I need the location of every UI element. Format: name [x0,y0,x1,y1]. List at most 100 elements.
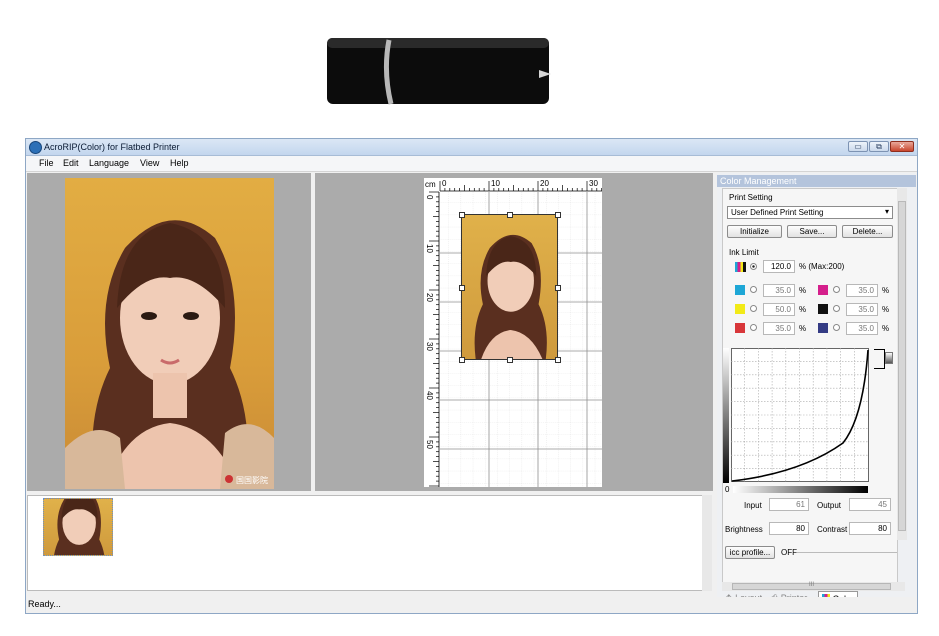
minimize-button[interactable]: ▭ [848,141,868,152]
black-ink-input[interactable]: 35.0 [846,303,878,316]
output-value: 45 [849,498,891,511]
curve-channel-icon[interactable] [885,352,893,364]
percent-sign: % [799,305,807,314]
ruler-left-label: 40 [425,391,434,400]
save-button[interactable]: Save... [787,225,837,238]
input-value: 61 [769,498,809,511]
input-gradient-bar [733,486,868,493]
panel-header: Color Management [717,175,916,187]
ruler-top-label: 30 [589,179,598,188]
tone-curve-graph[interactable] [731,348,869,482]
app-icon [29,141,42,154]
delete-button[interactable]: Delete... [842,225,893,238]
color-settings-body: Print Setting User Defined Print Setting… [722,188,898,588]
print-page: cm 0 10 20 30 0 10 20 30 40 50 [424,178,602,487]
maximize-button[interactable]: ⧉ [869,141,889,152]
ruler-top: 0 10 20 30 [424,178,602,190]
thumbnail-strip [27,495,712,591]
close-button[interactable]: ✕ [890,141,914,152]
brightness-label: Brightness [725,525,763,534]
window-title: AcroRIP(Color) for Flatbed Printer [44,142,180,152]
magenta-ink-input[interactable]: 35.0 [846,284,878,297]
curve-zero-label: 0 [725,485,730,494]
percent-sign: % [882,324,890,333]
scroll-grip: III [809,582,815,588]
percent-sign: % [882,286,890,295]
menu-help[interactable]: Help [170,158,189,168]
resize-handle[interactable] [459,357,465,363]
resize-handle[interactable] [507,357,513,363]
brightness-input[interactable]: 80 [769,522,809,535]
percent-sign: % [882,305,890,314]
thumbnail-scrollbar[interactable] [702,495,712,591]
title-bar: AcroRIP(Color) for Flatbed Printer ▭ ⧉ ✕ [26,139,917,156]
input-label: Input [744,501,762,510]
color-management-panel: Color Management Print Setting User Defi… [717,173,916,608]
ruler-left-label: 20 [425,293,434,302]
contrast-input[interactable]: 80 [849,522,891,535]
ruler-top-label: 10 [491,179,500,188]
blue-ink-swatch [818,323,828,333]
output-gradient-bar [723,348,729,483]
magenta-ink-swatch [818,285,828,295]
panel-scroll-thumb[interactable] [898,201,906,531]
black-ink-swatch [818,304,828,314]
chevron-down-icon: ▾ [884,207,889,216]
menu-view[interactable]: View [140,158,159,168]
resize-handle[interactable] [555,285,561,291]
resize-handle[interactable] [507,212,513,218]
resize-handle[interactable] [459,212,465,218]
cyan-ink-radio[interactable] [750,286,757,293]
ink-limit-input[interactable]: 120.0 [763,260,795,273]
cyan-ink-swatch [735,285,745,295]
source-preview-pane[interactable]: 国国影院 [27,173,311,491]
curve-bracket-icon [874,349,885,369]
print-setting-value: User Defined Print Setting [731,208,824,217]
print-setting-select[interactable]: User Defined Print Setting ▾ [727,206,893,219]
portrait-photo: 国国影院 [65,178,274,489]
black-ink-radio[interactable] [833,305,840,312]
ruler-left-label: 50 [425,440,434,449]
red-ink-input[interactable]: 35.0 [763,322,795,335]
yellow-ink-swatch [735,304,745,314]
menu-bar: File Edit Language View Help [26,156,917,172]
blue-ink-input[interactable]: 35.0 [846,322,878,335]
ruler-top-label: 20 [540,179,549,188]
red-ink-swatch [735,323,745,333]
yellow-ink-radio[interactable] [750,305,757,312]
resize-handle[interactable] [459,285,465,291]
print-setting-label: Print Setting [729,193,773,202]
ink-limit-max: % (Max:200) [799,262,845,271]
ruler-left-label: 0 [425,195,434,200]
ruler-left-label: 10 [425,244,434,253]
photo-watermark: 国国影院 [236,476,268,485]
percent-sign: % [799,324,807,333]
usb-dongle-image [327,38,551,105]
ink-limit-radio[interactable] [750,263,757,270]
ruler-top-label: 0 [442,179,447,188]
magenta-ink-radio[interactable] [833,286,840,293]
resize-handle[interactable] [555,212,561,218]
app-window: AcroRIP(Color) for Flatbed Printer ▭ ⧉ ✕… [25,138,918,614]
ruler-left-label: 30 [425,342,434,351]
menu-edit[interactable]: Edit [63,158,79,168]
cyan-ink-input[interactable]: 35.0 [763,284,795,297]
red-ink-radio[interactable] [750,324,757,331]
yellow-ink-input[interactable]: 50.0 [763,303,795,316]
thumbnail-item[interactable] [43,498,113,556]
resize-handle[interactable] [555,357,561,363]
output-label: Output [817,501,842,510]
layout-canvas-pane[interactable]: cm 0 10 20 30 0 10 20 30 40 50 [315,173,713,491]
blue-ink-radio[interactable] [833,324,840,331]
initialize-button[interactable]: Initialize [727,225,782,238]
percent-sign: % [799,286,807,295]
contrast-label: Contrast [817,525,848,534]
placed-image[interactable] [461,214,558,360]
divider [797,552,897,553]
ink-limit-label: Ink Limit [729,248,759,257]
menu-language[interactable]: Language [89,158,129,168]
status-text: Ready... [28,599,61,609]
menu-file[interactable]: File [39,158,54,168]
ruler-left: 0 10 20 30 40 50 [424,178,438,487]
icc-profile-button[interactable]: icc profile... [725,546,775,559]
